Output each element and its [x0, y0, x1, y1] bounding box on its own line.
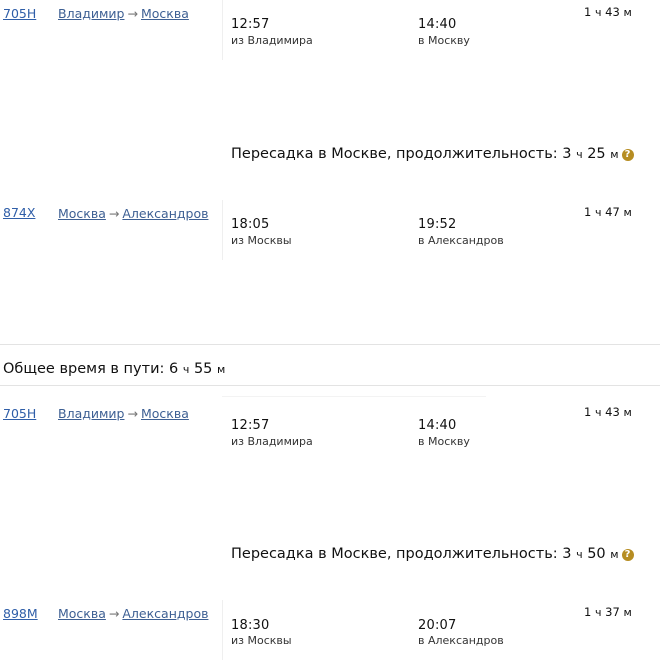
arrival-time: 14:40 [418, 17, 457, 32]
to-city-link[interactable]: Александров [122, 606, 208, 621]
help-icon[interactable]: ? [621, 149, 634, 161]
to-city-link[interactable]: Москва [141, 406, 189, 421]
travel-duration: 1 ч 43 м [584, 405, 632, 419]
column-separator [222, 200, 223, 260]
departure-station: из Москвы [231, 634, 292, 647]
arrival-station: в Александров [418, 234, 504, 247]
to-city-link[interactable]: Москва [141, 6, 189, 21]
arrival-station: в Москву [418, 435, 470, 448]
arrow-icon: → [127, 406, 138, 421]
from-city-link[interactable]: Москва [58, 606, 106, 621]
to-city-link[interactable]: Александров [122, 206, 208, 221]
arrival-station: в Москву [418, 34, 470, 47]
departure-station: из Москвы [231, 234, 292, 247]
arrow-icon: → [108, 606, 120, 621]
departure-time: 12:57 [231, 418, 270, 433]
travel-duration: 1 ч 37 м [584, 605, 632, 619]
divider [222, 396, 486, 397]
divider [0, 344, 660, 345]
from-city-link[interactable]: Москва [58, 206, 106, 221]
from-city-link[interactable]: Владимир [58, 406, 124, 421]
travel-duration: 1 ч 47 м [584, 205, 632, 219]
arrival-time: 14:40 [418, 418, 457, 433]
route-cities: Владимир → Москва [58, 6, 189, 21]
train-number-link[interactable]: 898М [3, 606, 38, 621]
route-cities: Москва → Александров [58, 206, 208, 221]
departure-time: 12:57 [231, 17, 270, 32]
train-number-link[interactable]: 874Х [3, 205, 35, 220]
transfer-info: Пересадка в Москве, продолжительность: 3… [231, 546, 634, 562]
departure-time: 18:30 [231, 618, 270, 633]
route-cities: Москва → Александров [58, 606, 208, 621]
arrow-icon: → [127, 6, 138, 21]
travel-duration: 1 ч 43 м [584, 5, 632, 19]
arrival-station: в Александров [418, 634, 504, 647]
from-city-link[interactable]: Владимир [58, 6, 124, 21]
total-travel-time: Общее время в пути: 6 ч 55 м [3, 361, 226, 377]
train-number-link[interactable]: 705Н [3, 406, 36, 421]
arrival-time: 19:52 [418, 217, 457, 232]
route-cities: Владимир → Москва [58, 406, 189, 421]
departure-station: из Владимира [231, 435, 313, 448]
train-number-link[interactable]: 705Н [3, 6, 36, 21]
arrival-time: 20:07 [418, 618, 457, 633]
help-icon[interactable]: ? [621, 549, 634, 561]
divider [0, 385, 660, 386]
column-separator [222, 600, 223, 660]
transfer-info: Пересадка в Москве, продолжительность: 3… [231, 146, 634, 162]
arrow-icon: → [108, 206, 120, 221]
departure-station: из Владимира [231, 34, 313, 47]
column-separator [222, 0, 223, 60]
departure-time: 18:05 [231, 217, 270, 232]
